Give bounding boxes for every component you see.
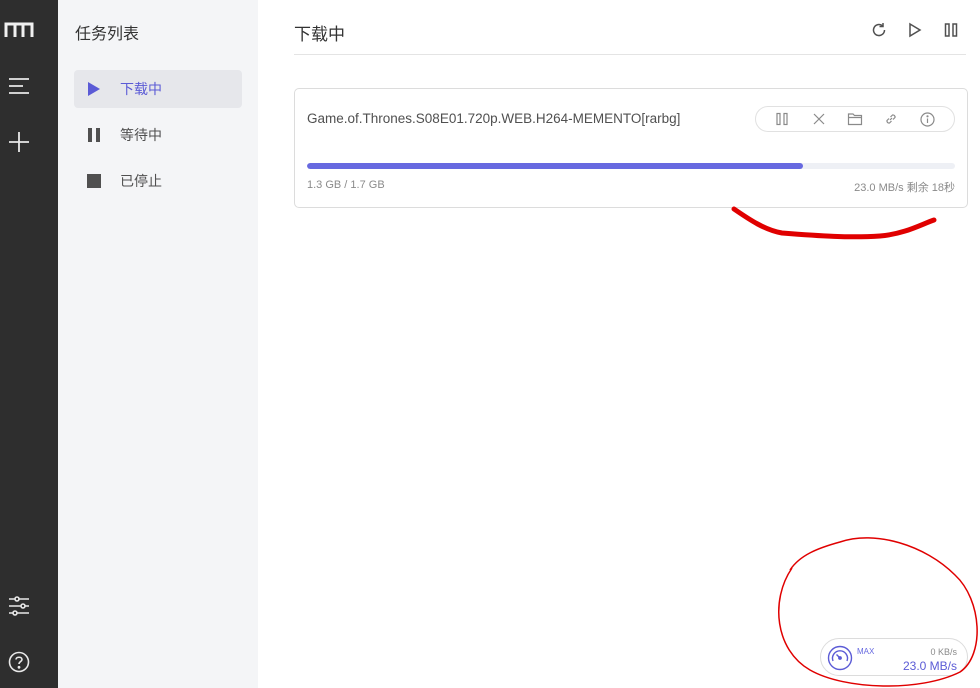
preferences-icon[interactable] (4, 591, 34, 621)
logo-icon[interactable] (4, 15, 34, 45)
stop-icon (86, 173, 102, 189)
resume-all-button[interactable] (904, 19, 926, 41)
pause-icon[interactable] (772, 109, 792, 129)
sidebar-item-label: 已停止 (120, 173, 162, 189)
pause-all-button[interactable] (940, 19, 962, 41)
icon-rail (0, 0, 58, 688)
sidebar-item-label: 下载中 (120, 81, 162, 97)
link-icon[interactable] (881, 109, 901, 129)
task-name: Game.of.Thrones.S08E01.720p.WEB.H264-MEM… (307, 111, 681, 126)
refresh-icon (872, 23, 886, 37)
speed-max-label: MAX (857, 647, 875, 656)
resume-all-icon (909, 22, 922, 38)
upload-speed: 0 KB/s (930, 647, 957, 657)
sidebar-title: 任务列表 (75, 26, 140, 43)
task-size: 1.3 GB / 1.7 GB (307, 179, 385, 191)
refresh-button[interactable] (868, 19, 890, 41)
task-progress-bar (307, 163, 955, 169)
download-speed: 23.0 MB/s (902, 659, 957, 673)
sidebar-item-stopped[interactable]: 已停止 (74, 162, 242, 200)
sidebar-item-label: 等待中 (120, 127, 162, 143)
sidebar-item-waiting[interactable]: 等待中 (74, 116, 242, 154)
sidebar-item-downloading[interactable]: 下载中 (74, 70, 242, 108)
page-title: 下载中 (294, 25, 345, 44)
play-icon (86, 81, 102, 97)
task-sidebar: 任务列表 下载中 等待中 已停止 (58, 0, 258, 688)
pause-all-icon (944, 23, 958, 37)
add-task-icon[interactable] (4, 127, 34, 157)
folder-icon[interactable] (845, 109, 865, 129)
help-icon[interactable] (4, 647, 34, 677)
task-actions (755, 106, 955, 132)
delete-icon[interactable] (809, 109, 829, 129)
main-panel: 下载中 Game.of.Thrones.S08E01.720p.WEB.H264… (258, 0, 980, 688)
pause-icon (86, 127, 102, 143)
speedometer-icon (827, 645, 853, 671)
app-window: 任务列表 下载中 等待中 已停止 下载中 Game.of.Thrones.S08… (0, 0, 980, 688)
main-header: 下载中 (294, 0, 966, 55)
info-icon[interactable] (918, 109, 938, 129)
speedometer[interactable]: MAX 0 KB/s 23.0 MB/s (820, 638, 968, 676)
task-speed: 23.0 MB/s 剩余 18秒 (854, 182, 955, 194)
task-list-icon[interactable] (4, 71, 34, 101)
task-item[interactable]: Game.of.Thrones.S08E01.720p.WEB.H264-MEM… (294, 88, 968, 208)
task-progress-fill (307, 163, 803, 169)
